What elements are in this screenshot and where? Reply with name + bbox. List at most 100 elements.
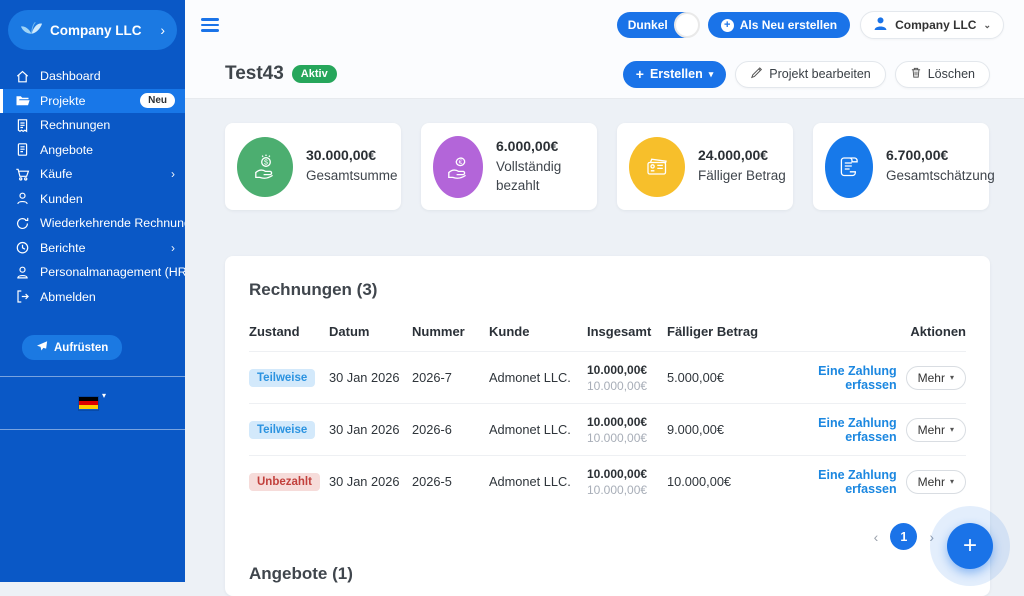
- toggle-knob[interactable]: [673, 12, 700, 38]
- more-label: Mehr: [917, 370, 945, 385]
- chevron-right-icon: ›: [171, 240, 175, 255]
- upgrade-button[interactable]: Aufrüsten: [22, 335, 123, 360]
- sidebar-item-label: Abmelden: [40, 289, 96, 304]
- stat-label: Gesamtsumme: [306, 168, 398, 184]
- sidebar-item-kaeufe[interactable]: Käufe ›: [0, 162, 185, 187]
- stat-amount: 6.000,00€: [496, 138, 559, 155]
- dark-mode-label: Dunkel: [627, 18, 668, 32]
- home-icon: [14, 69, 30, 84]
- estimate-scroll-icon: [825, 135, 873, 198]
- status-badge: Unbezahlt: [249, 472, 320, 491]
- account-menu[interactable]: Company LLC ⌄: [860, 11, 1004, 39]
- invoice-due: 10.000,00€: [667, 474, 732, 489]
- sidebar-item-kunden[interactable]: Kunden: [0, 187, 185, 212]
- sidebar-item-label: Kunden: [40, 191, 83, 206]
- content-area: $ 30.000,00€ Gesamtsumme € 6.000,00€ Vol…: [185, 99, 1024, 596]
- company-logo-button[interactable]: Company LLC ›: [8, 10, 177, 50]
- svg-text:$: $: [264, 159, 268, 166]
- record-payment-link[interactable]: Eine Zahlung erfassen: [787, 364, 896, 392]
- folder-icon: [14, 93, 30, 108]
- sidebar-item-dashboard[interactable]: Dashboard: [0, 64, 185, 89]
- invoice-total: 10.000,00€: [587, 362, 648, 377]
- stat-card-total-estimate: 6.700,00€ Gesamtschätzung: [813, 123, 995, 210]
- column-header: Aktionen: [910, 324, 966, 339]
- column-header: Fälliger Betrag: [667, 324, 759, 339]
- more-label: Mehr: [917, 474, 945, 489]
- edit-project-button[interactable]: Projekt bearbeiten: [735, 60, 886, 88]
- sidebar-item-label: Personalmanagement (HRM): [40, 265, 202, 280]
- add-fab-button[interactable]: +: [947, 523, 993, 569]
- stat-card-total: $ 30.000,00€ Gesamtsumme: [225, 123, 401, 210]
- invoices-table: Zustand Datum Nummer Kunde Insgesamt Fäl…: [249, 314, 966, 507]
- prev-page-icon[interactable]: ‹: [874, 529, 879, 545]
- sidebar-item-rechnungen[interactable]: Rechnungen: [0, 113, 185, 138]
- sidebar-item-wiederkehrende-rechnung[interactable]: Wiederkehrende Rechnung: [0, 211, 191, 236]
- chevron-down-icon: ▾: [708, 68, 714, 79]
- more-button[interactable]: Mehr ▾: [905, 469, 966, 494]
- sidebar-divider: [0, 429, 185, 430]
- table-row: Teilweise 30 Jan 2026 2026-6 Admonet LLC…: [249, 403, 966, 455]
- create-as-new-label: Als Neu erstellen: [739, 18, 838, 32]
- dark-mode-toggle[interactable]: Dunkel: [616, 12, 700, 38]
- invoice-date: 30 Jan 2026: [329, 474, 400, 489]
- delete-button[interactable]: Löschen: [894, 60, 990, 88]
- sidebar-collapse-icon[interactable]: ›: [160, 22, 165, 38]
- stat-label: Gesamtschätzung: [886, 168, 995, 184]
- hrm-icon: [14, 265, 30, 280]
- invoice-due: 9.000,00€: [667, 422, 724, 437]
- cart-icon: [14, 167, 30, 182]
- create-dropdown-button[interactable]: + Erstellen ▾: [622, 60, 727, 88]
- sidebar-item-abmelden[interactable]: Abmelden: [0, 285, 185, 310]
- plus-icon: +: [635, 66, 644, 82]
- sidebar-item-angebote[interactable]: Angebote: [0, 138, 185, 163]
- stat-label: Fälliger Betrag: [698, 168, 786, 184]
- more-label: Mehr: [917, 422, 945, 437]
- sidebar: Company LLC › Dashboard Projekte Neu Rec…: [0, 0, 215, 582]
- invoice-total-secondary: 10.000,00€: [587, 430, 648, 445]
- plus-circle-icon: +: [720, 18, 734, 32]
- pencil-icon: [750, 66, 763, 82]
- sidebar-item-berichte[interactable]: Berichte ›: [0, 236, 185, 261]
- chevron-down-icon: ▾: [949, 425, 954, 434]
- status-badge: Teilweise: [249, 420, 316, 439]
- quote-icon: [14, 142, 30, 157]
- sidebar-item-label: Rechnungen: [40, 118, 111, 133]
- invoice-due: 5.000,00€: [667, 370, 724, 385]
- payment-card-icon: [629, 136, 685, 197]
- chevron-down-icon: ⌄: [983, 19, 991, 30]
- language-selector[interactable]: ▾: [0, 377, 185, 429]
- column-header: Nummer: [412, 324, 465, 339]
- menu-toggle-icon[interactable]: [201, 15, 219, 35]
- more-button[interactable]: Mehr ▾: [905, 365, 966, 390]
- chevron-down-icon: ▾: [949, 373, 954, 382]
- invoices-card: Rechnungen (3) Zustand Datum Nummer Kund…: [225, 256, 990, 596]
- column-header: Zustand: [249, 324, 300, 339]
- sidebar-item-label: Käufe: [40, 167, 73, 182]
- invoice-icon: [14, 118, 30, 133]
- topbar: Dunkel + Als Neu erstellen Company LLC ⌄: [185, 0, 1024, 50]
- stat-cards-row: $ 30.000,00€ Gesamtsumme € 6.000,00€ Vol…: [225, 123, 995, 210]
- recurring-icon: [14, 216, 30, 231]
- table-header-row: Zustand Datum Nummer Kunde Insgesamt Fäl…: [249, 314, 966, 351]
- stat-amount: 6.700,00€: [886, 147, 949, 164]
- invoice-number: 2026-5: [412, 474, 452, 489]
- create-label: Erstellen: [649, 67, 703, 81]
- stat-card-fully-paid: € 6.000,00€ Vollständig bezahlt: [421, 123, 597, 210]
- column-header: Insgesamt: [587, 324, 652, 339]
- sidebar-item-personalmanagement[interactable]: Personalmanagement (HRM) ›: [0, 260, 215, 285]
- stat-amount: 30.000,00€: [306, 147, 377, 164]
- sidebar-item-projekte[interactable]: Projekte Neu: [0, 88, 185, 113]
- create-as-new-button[interactable]: + Als Neu erstellen: [707, 12, 851, 38]
- record-payment-link[interactable]: Eine Zahlung erfassen: [787, 416, 896, 444]
- page-number-button[interactable]: 1: [890, 523, 918, 550]
- invoice-total: 10.000,00€: [587, 466, 648, 481]
- reports-icon: [14, 240, 30, 255]
- invoice-number: 2026-6: [412, 422, 452, 437]
- record-payment-link[interactable]: Eine Zahlung erfassen: [787, 468, 896, 496]
- trash-icon: [910, 66, 922, 82]
- invoice-total-secondary: 10.000,00€: [587, 482, 648, 497]
- chevron-down-icon: ▾: [949, 477, 954, 486]
- status-badge: Teilweise: [249, 368, 316, 387]
- more-button[interactable]: Mehr ▾: [905, 417, 966, 442]
- upgrade-label: Aufrüsten: [54, 341, 109, 354]
